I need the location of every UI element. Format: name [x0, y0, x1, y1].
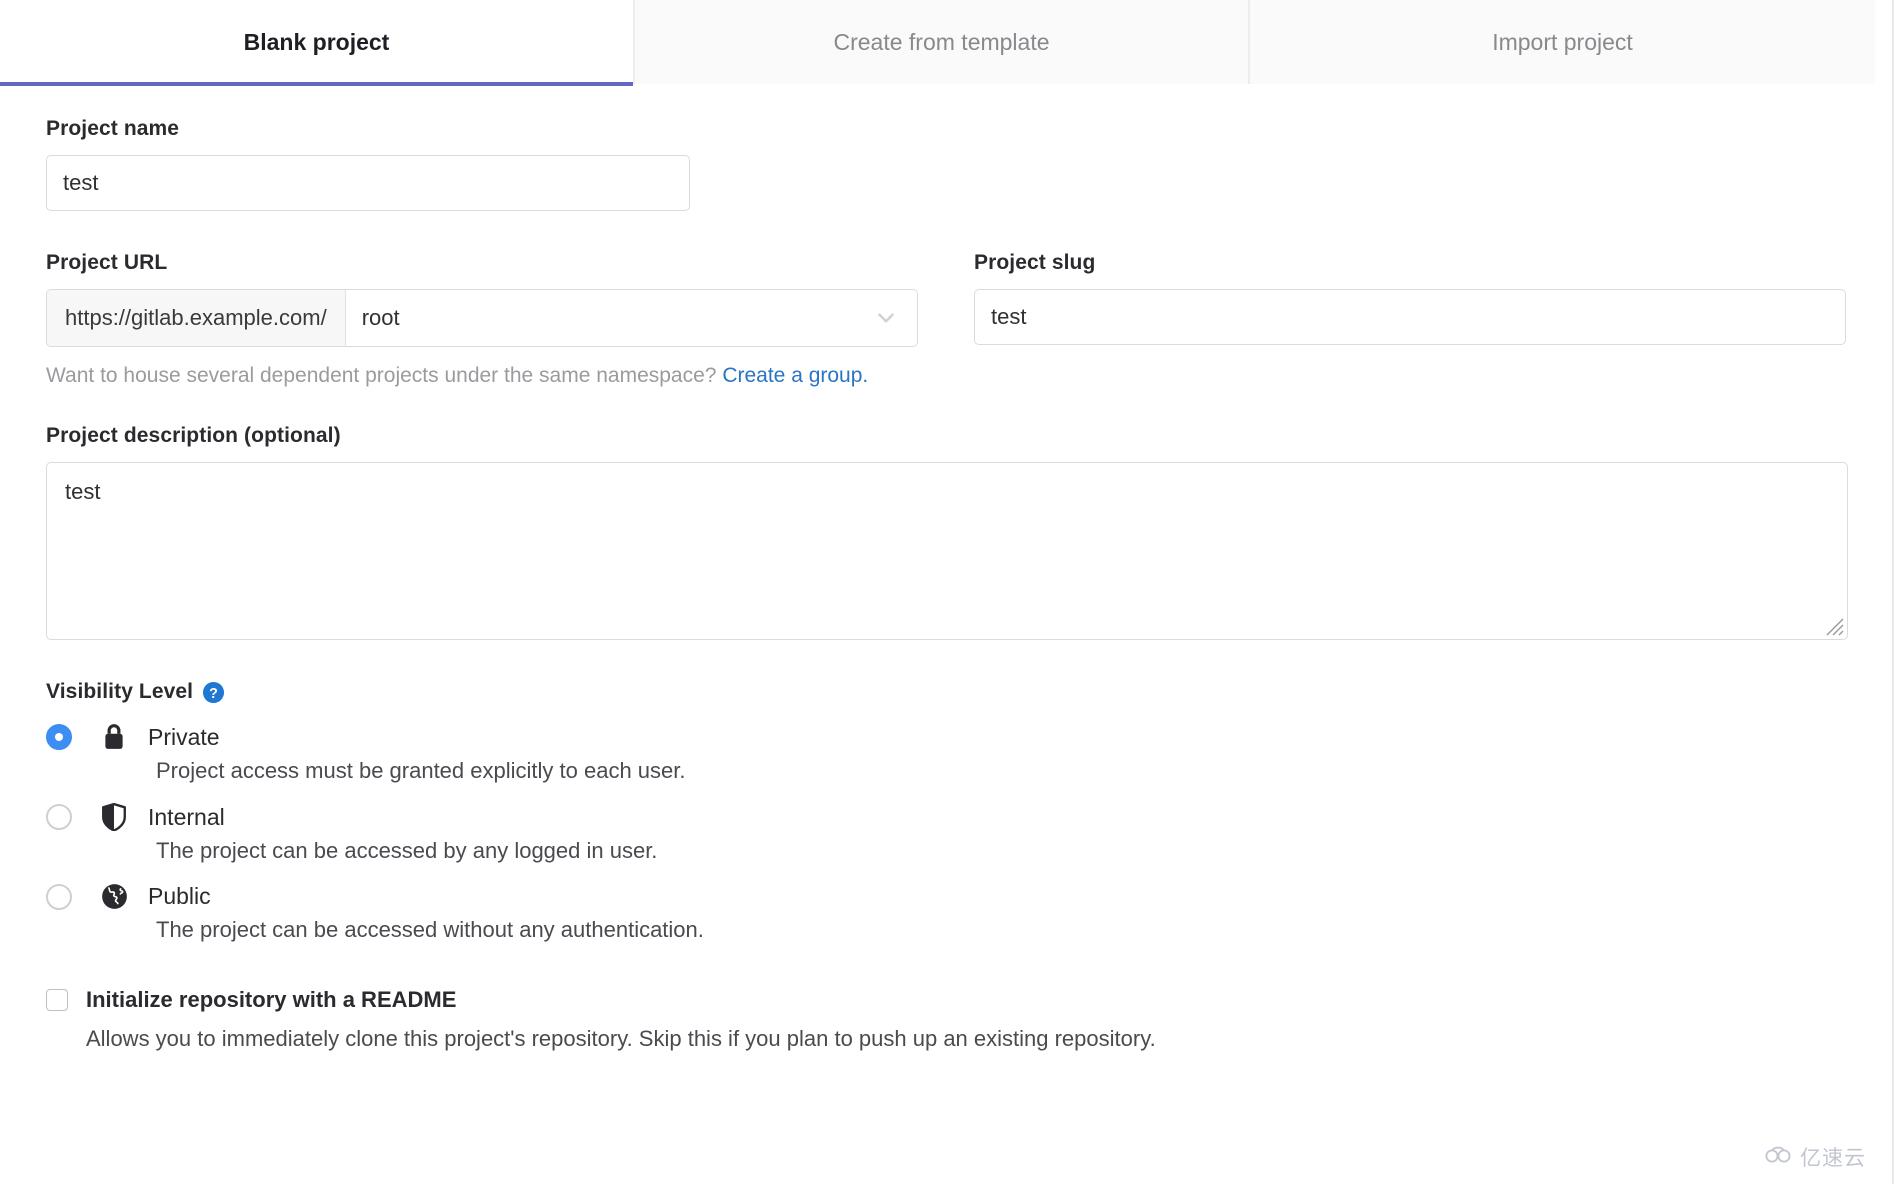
chevron-down-icon: [873, 305, 899, 331]
project-url-prefix: https://gitlab.example.com/: [47, 290, 346, 346]
watermark-text: 亿速云: [1800, 1147, 1866, 1170]
shield-icon: [101, 802, 131, 832]
project-name-input[interactable]: test: [46, 155, 690, 211]
visibility-level-header: Visibility Level ?: [46, 680, 1846, 704]
initialize-readme-description: Allows you to immediately clone this pro…: [86, 1026, 1156, 1051]
project-slug-group: Project slug test: [974, 251, 1846, 347]
namespace-select-value: root: [361, 305, 400, 330]
url-slug-row: Project URL https://gitlab.example.com/ …: [46, 251, 1846, 347]
radio-internal[interactable]: [46, 804, 72, 830]
project-slug-label: Project slug: [974, 251, 1096, 274]
globe-icon: [101, 883, 131, 910]
project-description-label: Project description (optional): [46, 424, 341, 447]
visibility-level-label: Visibility Level: [46, 680, 194, 703]
visibility-option-public-title: Public: [148, 883, 211, 909]
tab-blank-project-label: Blank project: [243, 28, 390, 55]
initialize-readme-label[interactable]: Initialize repository with a README: [86, 987, 456, 1013]
tab-import-project-label: Import project: [1492, 28, 1633, 55]
namespace-helper-text: Want to house several dependent projects…: [46, 364, 1846, 388]
new-project-page: Blank project Create from template Impor…: [0, 0, 1894, 1184]
checkbox-initialize-readme[interactable]: [46, 989, 68, 1011]
namespace-helper-sentence: Want to house several dependent projects…: [46, 364, 717, 387]
tab-import-project[interactable]: Import project: [1250, 0, 1875, 84]
visibility-option-public[interactable]: Public The project can be accessed witho…: [46, 883, 1846, 943]
cloud-logo-icon: [1764, 1144, 1794, 1171]
visibility-option-private-row: Private: [46, 723, 1846, 751]
project-name-label: Project name: [46, 117, 180, 140]
namespace-select[interactable]: root: [345, 290, 917, 346]
svg-text:?: ?: [209, 685, 218, 701]
project-type-tabs: Blank project Create from template Impor…: [0, 0, 1875, 86]
radio-public[interactable]: [46, 883, 72, 910]
visibility-option-private-title: Private: [148, 723, 220, 750]
new-project-form: Project name test Project URL https://gi…: [0, 117, 1892, 1052]
visibility-option-internal-row: Internal: [46, 802, 1846, 832]
visibility-option-internal-title: Internal: [148, 803, 225, 830]
tab-create-from-template-label: Create from template: [833, 28, 1050, 55]
visibility-option-internal[interactable]: Internal The project can be accessed by …: [46, 802, 1846, 864]
project-url-control: https://gitlab.example.com/ root: [46, 289, 918, 347]
watermark: 亿速云: [1764, 1142, 1866, 1172]
question-circle-icon[interactable]: ?: [202, 681, 225, 704]
project-description-value: test: [65, 479, 101, 504]
project-description-textarea[interactable]: test: [46, 462, 1848, 640]
initialize-readme-row[interactable]: Initialize repository with a README: [46, 987, 1846, 1013]
visibility-option-internal-description: The project can be accessed by any logge…: [156, 838, 658, 863]
lock-icon: [101, 723, 131, 751]
radio-private[interactable]: [46, 724, 72, 750]
create-a-group-link[interactable]: Create a group.: [722, 364, 868, 387]
project-url-label: Project URL: [46, 251, 168, 274]
project-slug-input[interactable]: test: [974, 289, 1846, 345]
tab-create-from-template[interactable]: Create from template: [635, 0, 1250, 84]
visibility-option-private-description: Project access must be granted explicitl…: [156, 758, 686, 783]
visibility-option-public-row: Public: [46, 883, 1846, 910]
visibility-option-public-description: The project can be accessed without any …: [156, 917, 704, 942]
tab-blank-project[interactable]: Blank project: [0, 0, 635, 86]
resize-handle-icon[interactable]: [1824, 616, 1844, 636]
visibility-option-private[interactable]: Private Project access must be granted e…: [46, 723, 1846, 784]
project-url-group: Project URL https://gitlab.example.com/ …: [46, 251, 932, 347]
